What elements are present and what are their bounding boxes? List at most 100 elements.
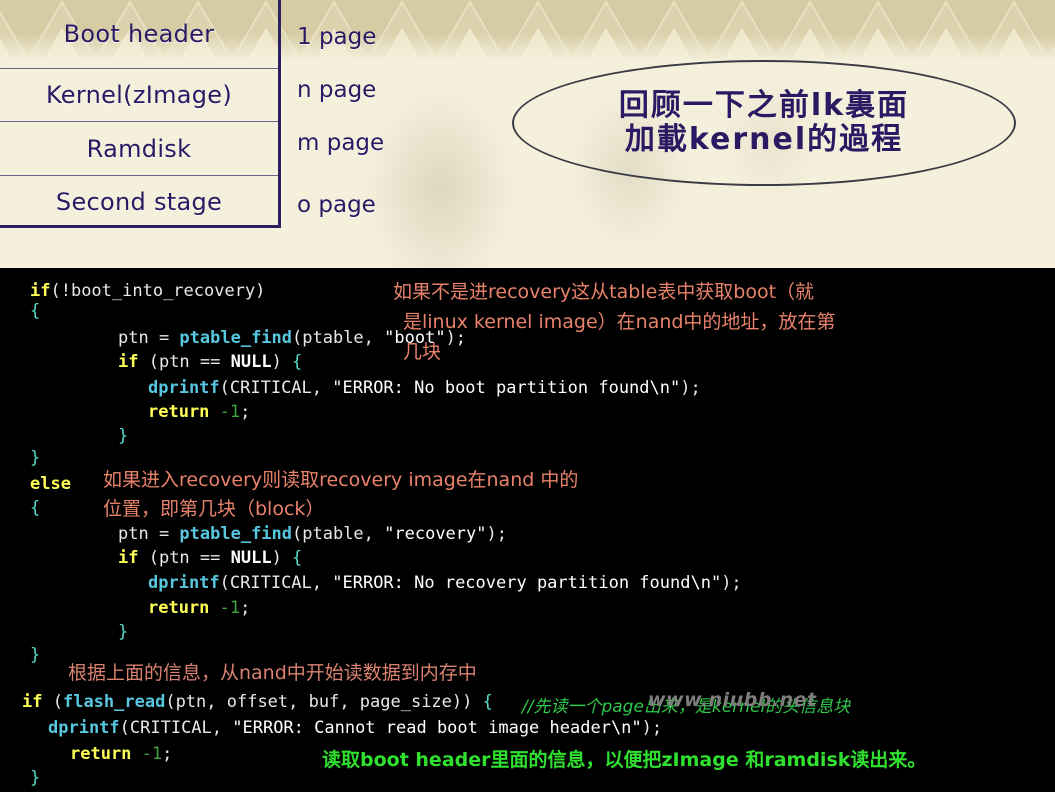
code-token: {: [482, 692, 493, 712]
code-token: "ERROR: No recovery partition found\n": [332, 573, 722, 593]
code-token: (ptn ==: [138, 352, 231, 372]
code-token: (ptn, offset, buf, page_size)): [165, 692, 483, 712]
code-token: "ERROR: No boot partition found\n": [332, 378, 681, 398]
table-row: Ramdisk: [0, 121, 278, 175]
code-token: return: [148, 598, 210, 618]
boot-image-layout-table: Boot header Kernel(zImage) Ramdisk Secon…: [0, 0, 281, 228]
code-token: {: [30, 498, 41, 518]
code-token: }: [118, 622, 129, 642]
code-line: {: [30, 301, 40, 321]
slide-root: Boot header Kernel(zImage) Ramdisk Secon…: [0, 0, 1055, 792]
code-line: ptn = ptable_find(ptable, "recovery");: [118, 524, 507, 544]
code-line: }: [118, 426, 128, 446]
boot-table-cell-label: Kernel(zImage): [45, 81, 233, 109]
code-token: if: [30, 281, 51, 301]
code-annotation: 如果不是进recovery这从table表中获取boot（就: [393, 281, 815, 303]
code-token: "ERROR: Cannot read boot image header\n": [232, 718, 642, 738]
code-token: (ptn ==: [138, 548, 231, 568]
code-line: else: [30, 474, 71, 494]
page-count-label: o page: [297, 192, 376, 218]
code-annotation: 如果进入recovery则读取recovery image在nand 中的: [103, 469, 579, 491]
page-count-label: n page: [297, 77, 377, 103]
table-row: Kernel(zImage): [0, 68, 278, 121]
code-token: "recovery": [384, 524, 487, 544]
code-line: return -1;: [70, 744, 172, 764]
code-token: }: [118, 426, 129, 446]
callout-line-1: 回顾一下之前lk裏面: [618, 88, 910, 124]
code-token: if: [118, 548, 139, 568]
code-line: if(!boot_into_recovery): [30, 281, 265, 301]
code-token: }: [30, 768, 41, 788]
code-token: -1: [219, 402, 241, 422]
code-token: return: [148, 402, 210, 422]
code-token: ;: [240, 598, 251, 618]
code-line: dprintf(CRITICAL, "ERROR: No boot partit…: [148, 378, 701, 398]
code-token: NULL: [230, 352, 272, 372]
code-line: {: [30, 498, 40, 518]
pattern-triangle-icon: [1048, 4, 1055, 62]
code-token: (: [42, 692, 63, 712]
code-annotation: 几块: [403, 341, 442, 363]
code-screenshot-region: if(!boot_into_recovery){ptn = ptable_fin…: [0, 268, 1055, 792]
boot-table-cell-label: Boot header: [63, 20, 215, 48]
code-annotation: 读取boot header里面的信息，以便把zImage 和ramdisk读出来…: [322, 749, 927, 771]
code-line: }: [118, 622, 128, 642]
code-token: (ptable,: [292, 524, 385, 544]
code-token: dprintf: [148, 378, 220, 398]
code-token: }: [30, 645, 41, 665]
code-line: }: [30, 645, 40, 665]
code-token: {: [292, 548, 303, 568]
code-line: if (flash_read(ptn, offset, buf, page_si…: [22, 692, 493, 712]
code-token: (CRITICAL,: [119, 718, 233, 738]
code-token: ptable_find: [179, 328, 293, 348]
code-annotation: 是linux kernel image）在nand中的地址，放在第: [403, 311, 836, 333]
boot-table-cell-label: Ramdisk: [86, 134, 192, 163]
code-token: );: [721, 573, 742, 593]
code-token: (CRITICAL,: [219, 573, 333, 593]
page-count-label: m page: [297, 130, 385, 156]
code-token: {: [292, 352, 303, 372]
code-line: }: [30, 768, 40, 788]
callout-line-2: 加載kernel的過程: [624, 122, 904, 157]
code-token: ;: [162, 744, 173, 764]
code-token: ptable_find: [179, 524, 293, 544]
boot-table-cell-label: Second stage: [55, 188, 223, 216]
code-token: (ptable,: [292, 328, 385, 348]
code-token: return: [70, 744, 132, 764]
code-token: if: [118, 352, 139, 372]
code-token: (!boot_into_recovery): [50, 281, 266, 301]
code-token: dprintf: [148, 573, 220, 593]
code-token: ptn =: [118, 524, 180, 544]
code-token: else: [30, 474, 71, 494]
code-token: );: [641, 718, 663, 738]
code-line: dprintf(CRITICAL, "ERROR: Cannot read bo…: [48, 718, 662, 738]
code-token: -1: [141, 744, 163, 764]
code-annotation: 位置，即第几块（block）: [103, 498, 325, 520]
code-token: NULL: [230, 548, 272, 568]
code-line: if (ptn == NULL) {: [118, 548, 302, 568]
code-token: if: [22, 692, 43, 712]
code-line: }: [30, 448, 40, 468]
code-token: ): [271, 548, 293, 568]
code-token: );: [680, 378, 701, 398]
table-row: Second stage: [0, 175, 278, 228]
code-token: dprintf: [48, 718, 120, 738]
code-token: }: [30, 448, 41, 468]
code-annotation: 根据上面的信息，从nand中开始读数据到内存中: [68, 662, 477, 684]
code-line: dprintf(CRITICAL, "ERROR: No recovery pa…: [148, 573, 742, 593]
code-token: -1: [219, 598, 241, 618]
watermark-text: www.niubb.net: [648, 689, 817, 711]
ellipse-callout: 回顾一下之前lk裏面 加載kernel的過程: [512, 60, 1016, 186]
page-count-label: 1 page: [297, 24, 377, 50]
code-token: ptn =: [118, 328, 180, 348]
code-line: return -1;: [148, 402, 250, 422]
code-token: );: [486, 524, 507, 544]
slide-top-section: Boot header Kernel(zImage) Ramdisk Secon…: [0, 0, 1055, 268]
code-token: flash_read: [62, 692, 166, 712]
code-line: return -1;: [148, 598, 250, 618]
code-token: {: [30, 301, 41, 321]
code-token: ;: [240, 402, 251, 422]
